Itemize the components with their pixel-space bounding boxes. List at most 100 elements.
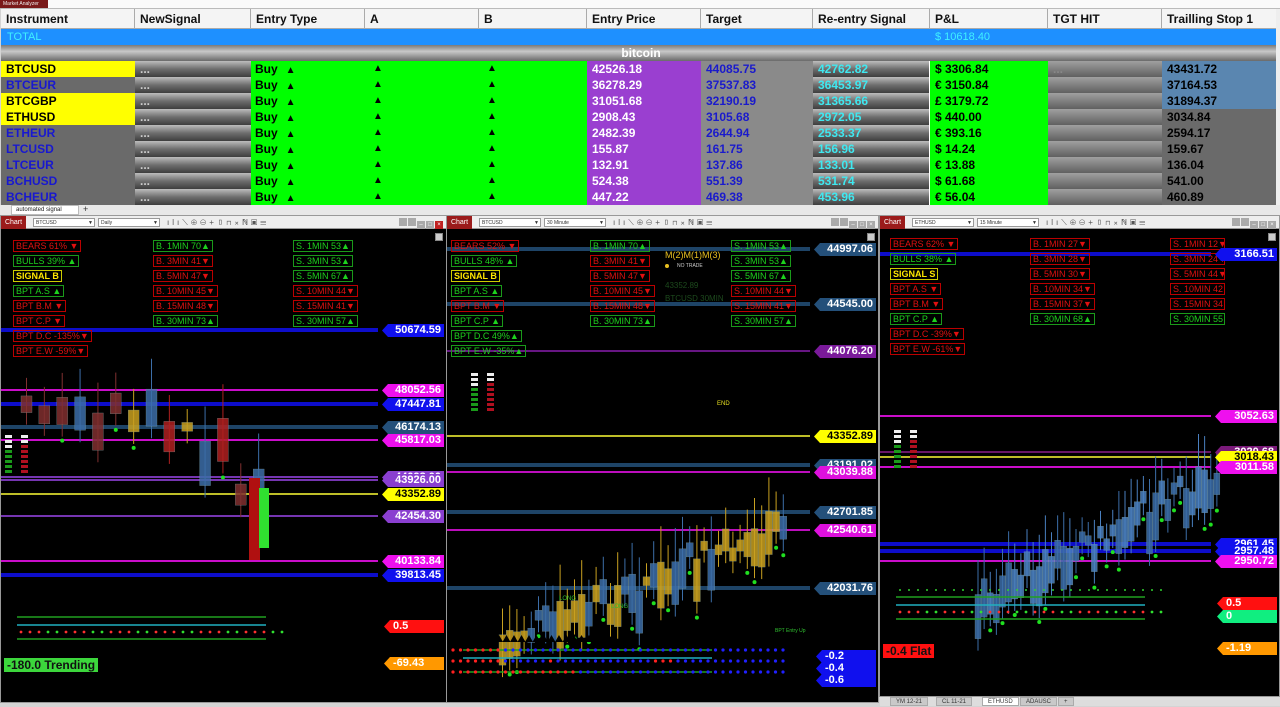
table-row[interactable]: BTCUSD... Buy ▲ ▲ ▲ 42526.18 44085.75 42762.82 $… — [1, 61, 1277, 77]
properties-icon[interactable]: ▯ — [1096, 218, 1105, 227]
column-header[interactable]: Instrument — [1, 9, 135, 29]
indicators-icon[interactable]: ⨯ — [1113, 218, 1121, 227]
add-instrument-tab-button[interactable]: + — [1058, 697, 1074, 706]
instrument-tab[interactable]: CL 11-21 — [936, 697, 973, 706]
chart-plot-area[interactable]: BEARS 61% ▼ BULLS 39% ▲ SIGNAL B BPT A.S ▲ B… — [1, 230, 446, 702]
cell-new-signal[interactable]: ... — [135, 93, 251, 109]
chart-menu-button[interactable]: Chart — [447, 216, 472, 229]
zoom-in-icon[interactable]: ⊕ — [637, 218, 646, 227]
instrument-selector[interactable]: BTCUSD ▼ — [479, 218, 541, 227]
panel-settings-button[interactable] — [867, 233, 875, 241]
table-row[interactable]: BCHEUR... Buy ▲ ▲ ▲ 447.22 469.38 453.96 € 56.04… — [1, 189, 1277, 205]
close-icon[interactable]: × — [435, 221, 443, 229]
instrument-tab[interactable]: ETHUSD — [982, 697, 1019, 706]
table-row[interactable]: LTCUSD... Buy ▲ ▲ ▲ 155.87 161.75 156.96 $ 14.24… — [1, 141, 1277, 157]
chart-plot-area[interactable]: BEARS 62% ▼ BULLS 38% ▲ SIGNAL S BPT A.S ▼ B… — [880, 230, 1279, 696]
chart-menu-button[interactable]: Chart — [1, 216, 26, 229]
column-header[interactable]: NewSignal — [135, 9, 251, 29]
panel-settings-button[interactable] — [1268, 233, 1276, 241]
table-row[interactable]: ETHUSD... Buy ▲ ▲ ▲ 2908.43 3105.68 2972.05 $ 44… — [1, 109, 1277, 125]
cell-reentry[interactable]: 531.74 — [813, 173, 929, 189]
table-row[interactable]: LTCEUR... Buy ▲ ▲ ▲ 132.91 137.86 133.01 € 13.88… — [1, 157, 1277, 173]
column-header[interactable]: Target — [701, 9, 813, 29]
calendar-icon[interactable]: ▣ — [697, 218, 706, 227]
column-header[interactable]: A — [365, 9, 479, 29]
close-icon[interactable]: × — [1268, 221, 1276, 229]
instrument-tab[interactable]: YM 12-21 — [890, 697, 929, 706]
cell-new-signal[interactable]: ... — [135, 61, 251, 77]
close-icon[interactable]: × — [867, 221, 875, 229]
bar-type-icon[interactable]: ılı — [613, 218, 628, 227]
strategies-icon[interactable]: ℕ — [242, 218, 251, 227]
table-row[interactable]: ETHEUR... Buy ▲ ▲ ▲ 2482.39 2644.94 2533.37 € 39… — [1, 125, 1277, 141]
interval-selector[interactable]: 15 Minute ▼ — [977, 218, 1039, 227]
zoom-out-icon[interactable]: ⊖ — [200, 218, 209, 227]
zoom-out-icon[interactable]: ⊖ — [1079, 218, 1088, 227]
link-icon[interactable] — [1232, 218, 1240, 226]
maximize-icon[interactable]: □ — [858, 221, 866, 229]
grid-scrollbar[interactable] — [1276, 9, 1280, 205]
panel-settings-button[interactable] — [435, 233, 443, 241]
minimize-icon[interactable]: – — [417, 221, 425, 229]
chart-menu-button[interactable]: Chart — [880, 216, 905, 229]
draw-line-icon[interactable]: ⟍ — [1061, 218, 1070, 227]
cell-reentry[interactable]: 2533.37 — [813, 125, 929, 141]
table-row[interactable]: BTCEUR... Buy ▲ ▲ ▲ 36278.29 37537.83 36453.97 €… — [1, 77, 1277, 93]
list-icon[interactable]: ☰ — [260, 218, 269, 227]
instrument-selector[interactable]: BTCUSD ▼ — [33, 218, 95, 227]
properties-icon[interactable]: ▯ — [217, 218, 226, 227]
interval-selector[interactable]: 30 Minute ▼ — [544, 218, 606, 227]
cell-new-signal[interactable]: ... — [135, 77, 251, 93]
minimize-icon[interactable]: – — [849, 221, 857, 229]
list-icon[interactable]: ☰ — [1139, 218, 1148, 227]
link2-icon[interactable] — [408, 218, 416, 226]
cell-new-signal[interactable]: ... — [135, 189, 251, 205]
column-header[interactable]: TGT HIT — [1048, 9, 1162, 29]
link-icon[interactable] — [831, 218, 839, 226]
bar-type-icon[interactable]: ılı — [1046, 218, 1061, 227]
crosshair-icon[interactable]: + — [1088, 218, 1096, 227]
chart-plot-area[interactable]: BEARS 52% ▼ BULLS 48% ▲ SIGNAL B BPT A.S ▲ B… — [447, 230, 878, 702]
cell-reentry[interactable]: 453.96 — [813, 189, 929, 205]
list-icon[interactable]: ☰ — [706, 218, 715, 227]
table-row[interactable]: BCHUSD... Buy ▲ ▲ ▲ 524.38 551.39 531.74 $ 61.68… — [1, 173, 1277, 189]
tab-automated-signal[interactable]: automated signal — [11, 205, 79, 215]
interval-selector[interactable]: Daily ▼ — [98, 218, 160, 227]
zoom-in-icon[interactable]: ⊕ — [1070, 218, 1079, 227]
cell-new-signal[interactable]: ... — [135, 125, 251, 141]
indicators-icon[interactable]: ⨯ — [680, 218, 688, 227]
column-header[interactable]: Entry Type — [251, 9, 365, 29]
minimize-icon[interactable]: – — [1250, 221, 1258, 229]
crosshair-icon[interactable]: + — [655, 218, 663, 227]
draw-line-icon[interactable]: ⟍ — [182, 218, 191, 227]
link2-icon[interactable] — [1241, 218, 1249, 226]
cell-reentry[interactable]: 133.01 — [813, 157, 929, 173]
maximize-icon[interactable]: □ — [1259, 221, 1267, 229]
cell-reentry[interactable]: 36453.97 — [813, 77, 929, 93]
maximize-icon[interactable]: □ — [426, 221, 434, 229]
instrument-selector[interactable]: ETHUSD ▼ — [912, 218, 974, 227]
column-header[interactable]: P&L — [930, 9, 1048, 29]
column-header[interactable]: B — [479, 9, 587, 29]
cell-new-signal[interactable]: ... — [135, 109, 251, 125]
column-header[interactable]: Re-entry Signal — [813, 9, 930, 29]
calendar-icon[interactable]: ▣ — [251, 218, 260, 227]
crosshair-icon[interactable]: + — [209, 218, 217, 227]
cell-reentry[interactable]: 31365.66 — [813, 93, 929, 109]
link2-icon[interactable] — [840, 218, 848, 226]
zoom-out-icon[interactable]: ⊖ — [646, 218, 655, 227]
cell-reentry[interactable]: 42762.82 — [813, 61, 929, 77]
strategies-icon[interactable]: ℕ — [688, 218, 697, 227]
cell-reentry[interactable]: 156.96 — [813, 141, 929, 157]
table-row[interactable]: BTCGBP... Buy ▲ ▲ ▲ 31051.68 32190.19 31365.66 £… — [1, 93, 1277, 109]
strategies-icon[interactable]: ℕ — [1121, 218, 1130, 227]
instrument-tab[interactable]: ADAUSC — [1020, 697, 1058, 706]
cell-new-signal[interactable]: ... — [135, 157, 251, 173]
cell-reentry[interactable]: 2972.05 — [813, 109, 929, 125]
column-header[interactable]: Trailling Stop 1 — [1162, 9, 1277, 29]
zoom-in-icon[interactable]: ⊕ — [191, 218, 200, 227]
cell-new-signal[interactable]: ... — [135, 173, 251, 189]
cell-new-signal[interactable]: ... — [135, 141, 251, 157]
draw-line-icon[interactable]: ⟍ — [628, 218, 637, 227]
calendar-icon[interactable]: ▣ — [1130, 218, 1139, 227]
